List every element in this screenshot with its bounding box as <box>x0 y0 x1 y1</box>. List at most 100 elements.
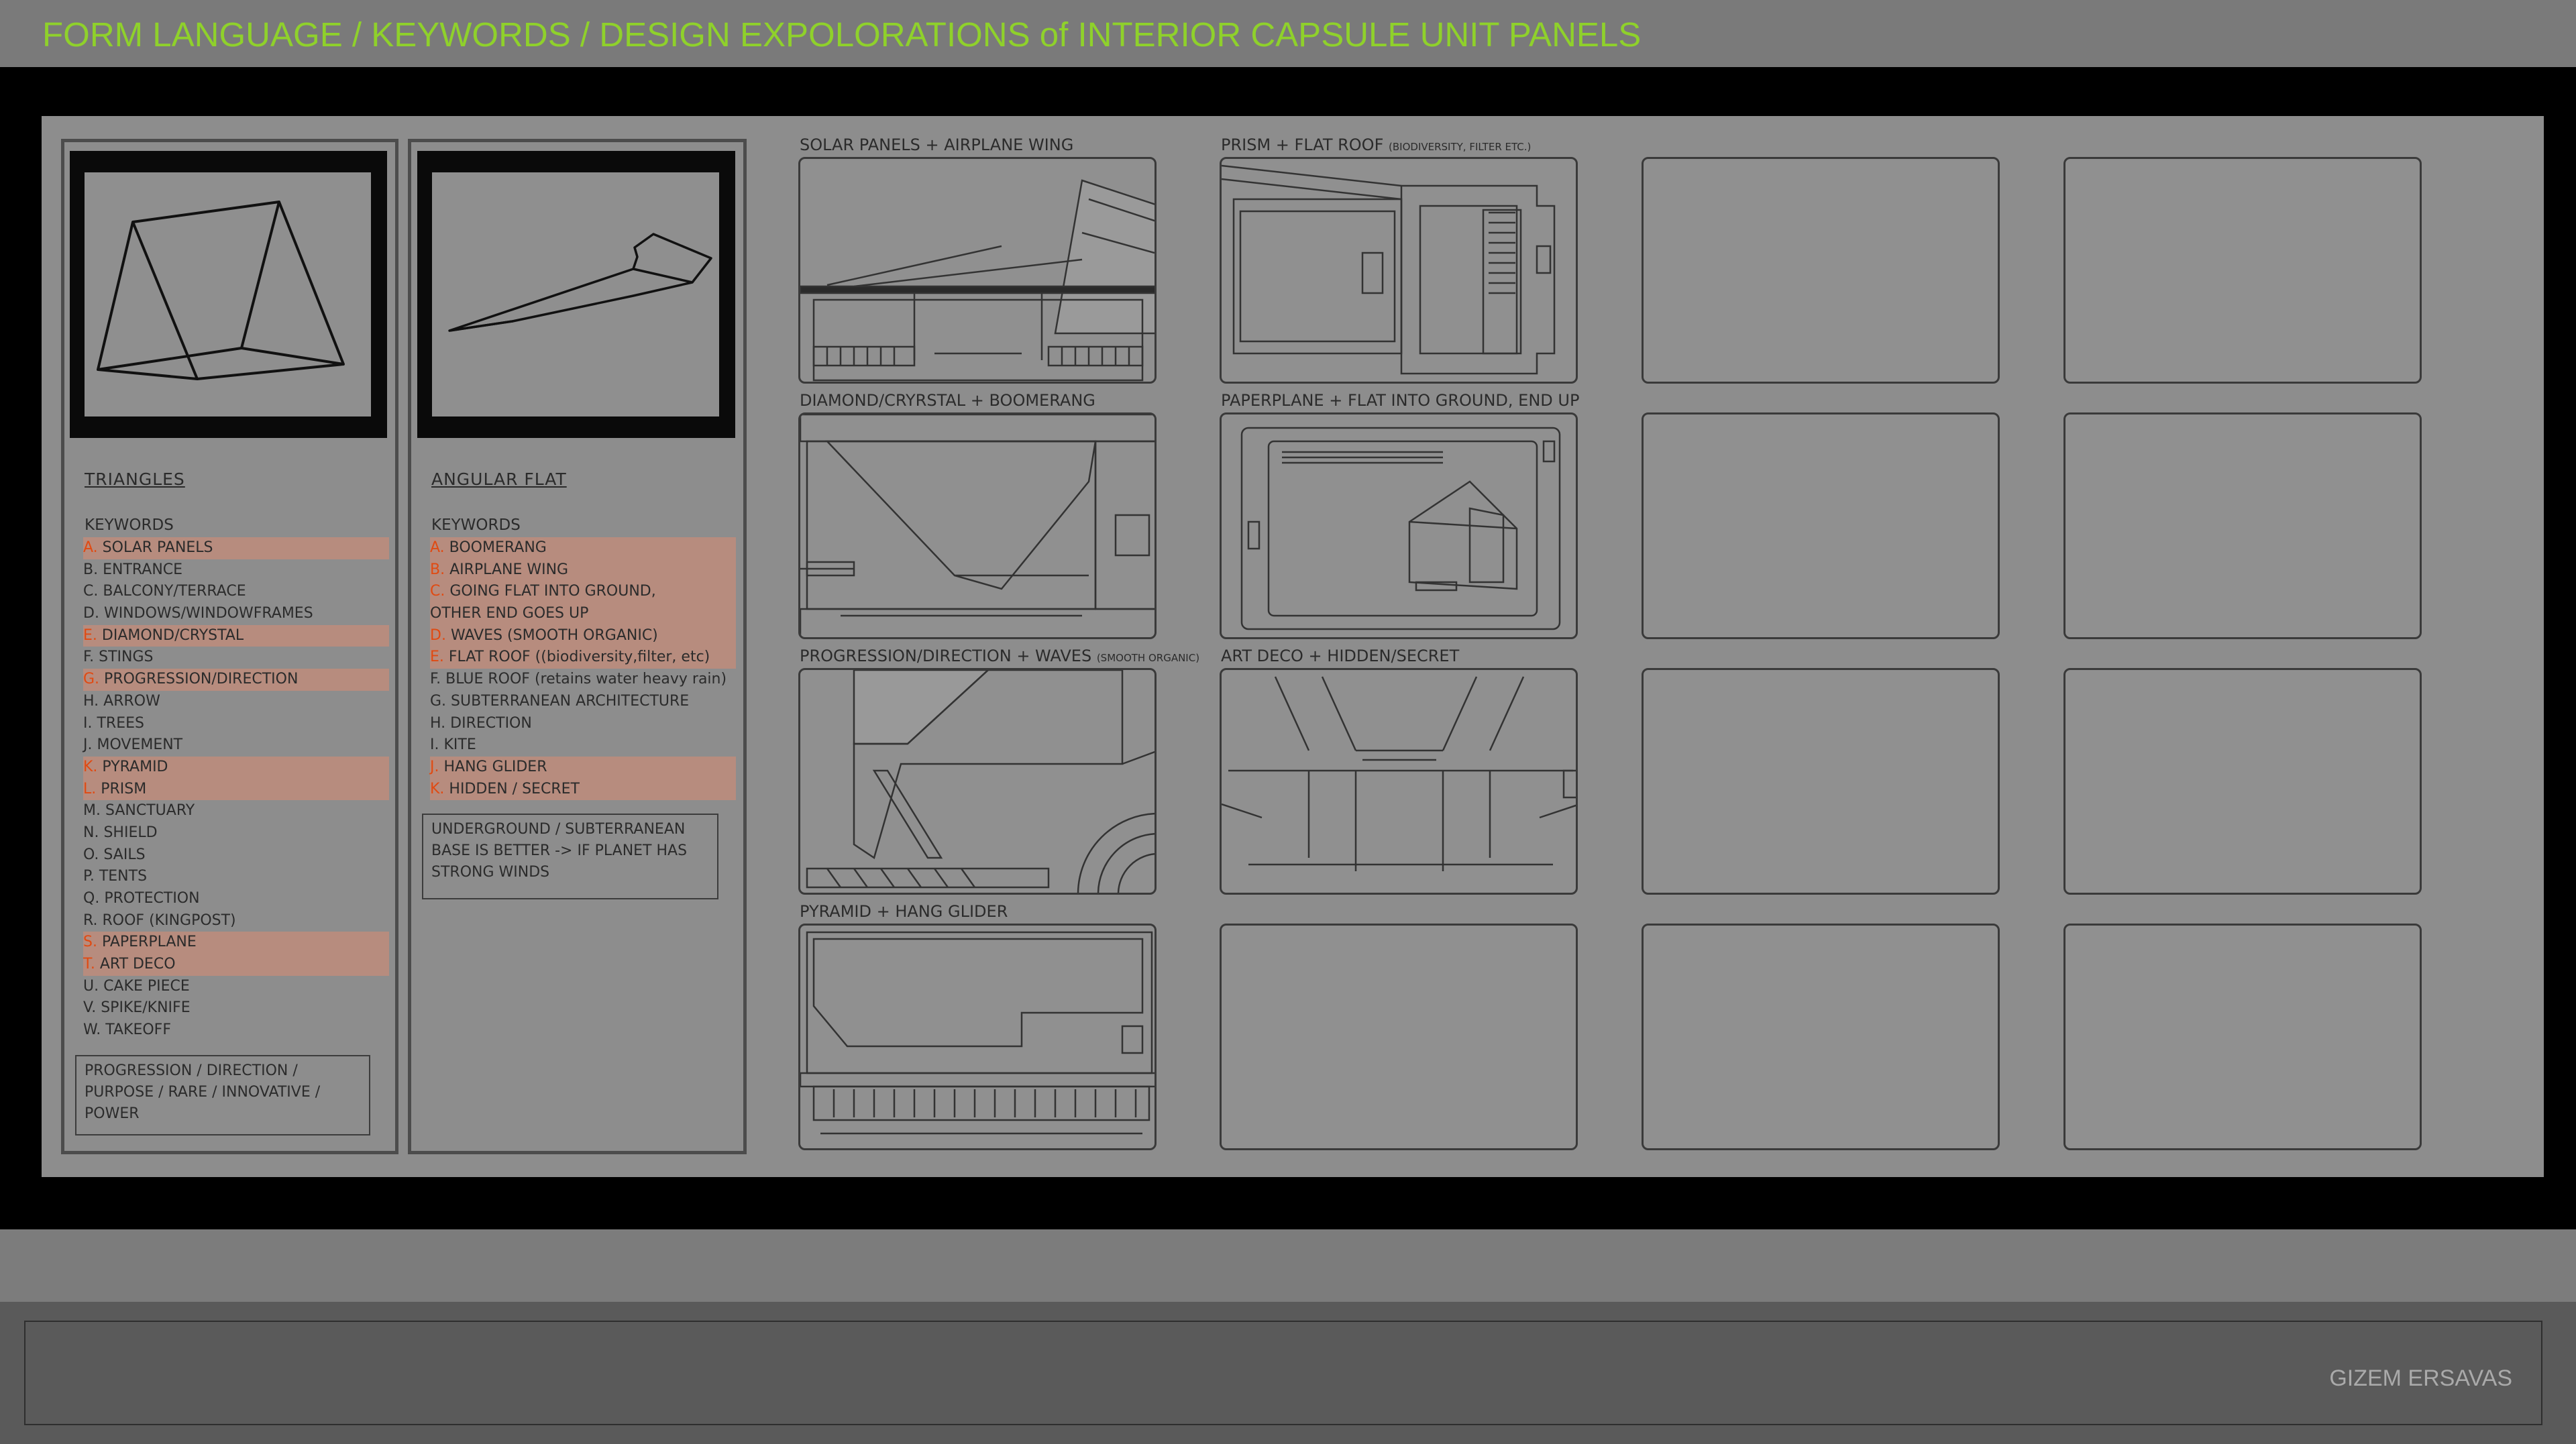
keyword-letter: H. <box>83 692 99 710</box>
empty-panel-slot <box>1642 924 2000 1150</box>
keyword-letter: U. <box>83 977 99 995</box>
panel-sketch <box>800 179 1155 382</box>
keyword-letter: C. <box>83 583 99 600</box>
keyword-item: E. FLAT ROOF ((biodiversity,filter, etc) <box>430 647 736 669</box>
keyword-item: U. CAKE PIECE <box>83 976 389 998</box>
keyword-item: C. GOING FLAT INTO GROUND, <box>430 581 736 604</box>
keyword-item: S. PAPERPLANE <box>83 932 389 954</box>
author-credit: GIZEM ERSAVAS <box>2329 1366 2512 1391</box>
keyword-letter: S. <box>83 934 97 951</box>
panel-sketch <box>800 414 1155 637</box>
panel-label-text: ART DECO + HIDDEN/SECRET <box>1221 647 1460 665</box>
keyword-letter: K. <box>83 758 98 775</box>
keyword-letter: C. <box>430 583 445 600</box>
keyword-text: PROTECTION <box>104 890 200 907</box>
keyword-text: PROGRESSION/DIRECTION <box>104 671 299 688</box>
keyword-text: PRISM <box>101 780 147 797</box>
keyword-item: E. DIAMOND/CRYSTAL <box>83 624 389 647</box>
footer-box <box>24 1321 2542 1425</box>
angular-flat-keyword-list: A. BOOMERANG B. AIRPLANE WING C. GOING FLA… <box>430 537 736 801</box>
panel-label: PYRAMID + HANG GLIDER <box>800 902 1008 921</box>
exploration-panel-artdeco <box>1220 668 1578 895</box>
angular-flat-heading: ANGULAR FLAT <box>431 469 567 489</box>
keyword-text: AIRPLANE WING <box>449 561 569 578</box>
page-title: FORM LANGUAGE / KEYWORDS / DESIGN EXPOLO… <box>42 15 1642 54</box>
panel-label: PRISM + FLAT ROOF (BIODIVERSITY, FILTER … <box>1221 135 1531 154</box>
keyword-text: SOLAR PANELS <box>102 539 213 556</box>
keyword-text: SAILS <box>103 846 146 863</box>
keyword-text: OTHER END GOES UP <box>430 605 589 622</box>
keyword-text: FLAT ROOF ((biodiversity,filter, etc) <box>448 649 710 666</box>
empty-panel-slot <box>2063 924 2422 1150</box>
keyword-text: ROOF (KINGPOST) <box>102 911 236 929</box>
keyword-letter: L. <box>83 780 97 797</box>
header-bar: FORM LANGUAGE / KEYWORDS / DESIGN EXPOLO… <box>0 0 2576 67</box>
angular-flat-note: UNDERGROUND / SUBTERRANEAN BASE IS BETTE… <box>422 814 718 899</box>
panel-sketch <box>1222 676 1576 871</box>
keyword-item: D. WAVES (SMOOTH ORGANIC) <box>430 624 736 647</box>
triangles-note: PROGRESSION / DIRECTION / PURPOSE / RARE… <box>75 1055 370 1135</box>
keyword-item: H. ARROW <box>83 691 389 713</box>
angular-flat-icon-frame <box>417 151 735 438</box>
empty-panel-slot <box>1642 412 2000 639</box>
panel-label-text: PRISM + FLAT ROOF <box>1221 135 1384 154</box>
keyword-letter: Q. <box>83 890 100 907</box>
panel-label: ART DECO + HIDDEN/SECRET <box>1221 647 1459 665</box>
keyword-letter: V. <box>83 999 97 1017</box>
panel-sketch <box>800 931 1155 1135</box>
keyword-item: N. SHIELD <box>83 822 389 844</box>
keyword-letter: G. <box>83 671 100 688</box>
keyword-text: BLUE ROOF (retains water heavy rain) <box>445 671 727 688</box>
keyword-text: BALCONY/TERRACE <box>103 583 246 600</box>
keyword-text: HIDDEN / SECRET <box>449 780 580 797</box>
keyword-letter: E. <box>83 626 97 644</box>
keyword-text: ENTRANCE <box>103 561 183 578</box>
footer-gap <box>0 1229 2576 1302</box>
keyword-letter: T. <box>83 956 95 973</box>
keyword-text: STINGS <box>99 649 154 666</box>
triangles-keywords-label: KEYWORDS <box>85 516 174 534</box>
keyword-text: HANG GLIDER <box>443 758 547 775</box>
panel-label-text: PYRAMID + HANG GLIDER <box>800 902 1008 921</box>
keyword-item: C. BALCONY/TERRACE <box>83 581 389 603</box>
keyword-letter: G. <box>430 692 447 710</box>
keyword-item: F. STINGS <box>83 647 389 669</box>
keyword-text: DIRECTION <box>450 714 532 732</box>
panel-sketch <box>1240 427 1561 630</box>
keyword-item: OTHER END GOES UP <box>430 603 736 625</box>
keyword-item: L. PRISM <box>83 778 389 801</box>
keyword-item: T. ART DECO <box>83 954 389 976</box>
keyword-text: CAKE PIECE <box>103 977 190 995</box>
keyword-item: A. SOLAR PANELS <box>83 537 389 559</box>
empty-panel-slot <box>1642 157 2000 384</box>
keyword-item: K. PYRAMID <box>83 756 389 779</box>
boomerang-icon <box>448 233 712 332</box>
keyword-text: WINDOWS/WINDOWFRAMES <box>103 605 313 622</box>
exploration-panel-paperplane <box>1220 412 1578 639</box>
keyword-item: I. KITE <box>430 734 736 757</box>
keyword-letter: I. <box>430 736 439 754</box>
exploration-panel-progression <box>798 668 1157 895</box>
keyword-letter: W. <box>83 1021 101 1039</box>
keyword-letter: P. <box>83 868 95 885</box>
keyword-item: B. ENTRANCE <box>83 559 389 581</box>
panel-label-text: SOLAR PANELS + AIRPLANE WING <box>800 135 1074 154</box>
empty-panel-slot <box>1642 668 2000 895</box>
keyword-text: PAPERPLANE <box>101 934 197 951</box>
triangles-heading: TRIANGLES <box>85 469 185 489</box>
keyword-letter: N. <box>83 824 99 841</box>
panel-label: DIAMOND/CRYRSTAL + BOOMERANG <box>800 391 1095 410</box>
keyword-text: WAVES (SMOOTH ORGANIC) <box>450 626 658 644</box>
panel-label: PROGRESSION/DIRECTION + WAVES (SMOOTH OR… <box>800 647 1199 665</box>
keyword-item: V. SPIKE/KNIFE <box>83 997 389 1019</box>
empty-panel-slot <box>1220 924 1578 1150</box>
keyword-item: R. ROOF (KINGPOST) <box>83 910 389 932</box>
panel-sketch <box>1222 164 1556 375</box>
keyword-item: O. SAILS <box>83 844 389 867</box>
keyword-item: Q. PROTECTION <box>83 888 389 910</box>
triangles-keyword-list: A. SOLAR PANELS B. ENTRANCE C. BALCONY/TER… <box>83 537 389 1042</box>
panel-label-text: PAPERPLANE + FLAT INTO GROUND, END UP <box>1221 391 1580 410</box>
keyword-item: I. TREES <box>83 713 389 735</box>
keyword-text: ARROW <box>103 692 160 710</box>
keyword-text: SHIELD <box>103 824 158 841</box>
